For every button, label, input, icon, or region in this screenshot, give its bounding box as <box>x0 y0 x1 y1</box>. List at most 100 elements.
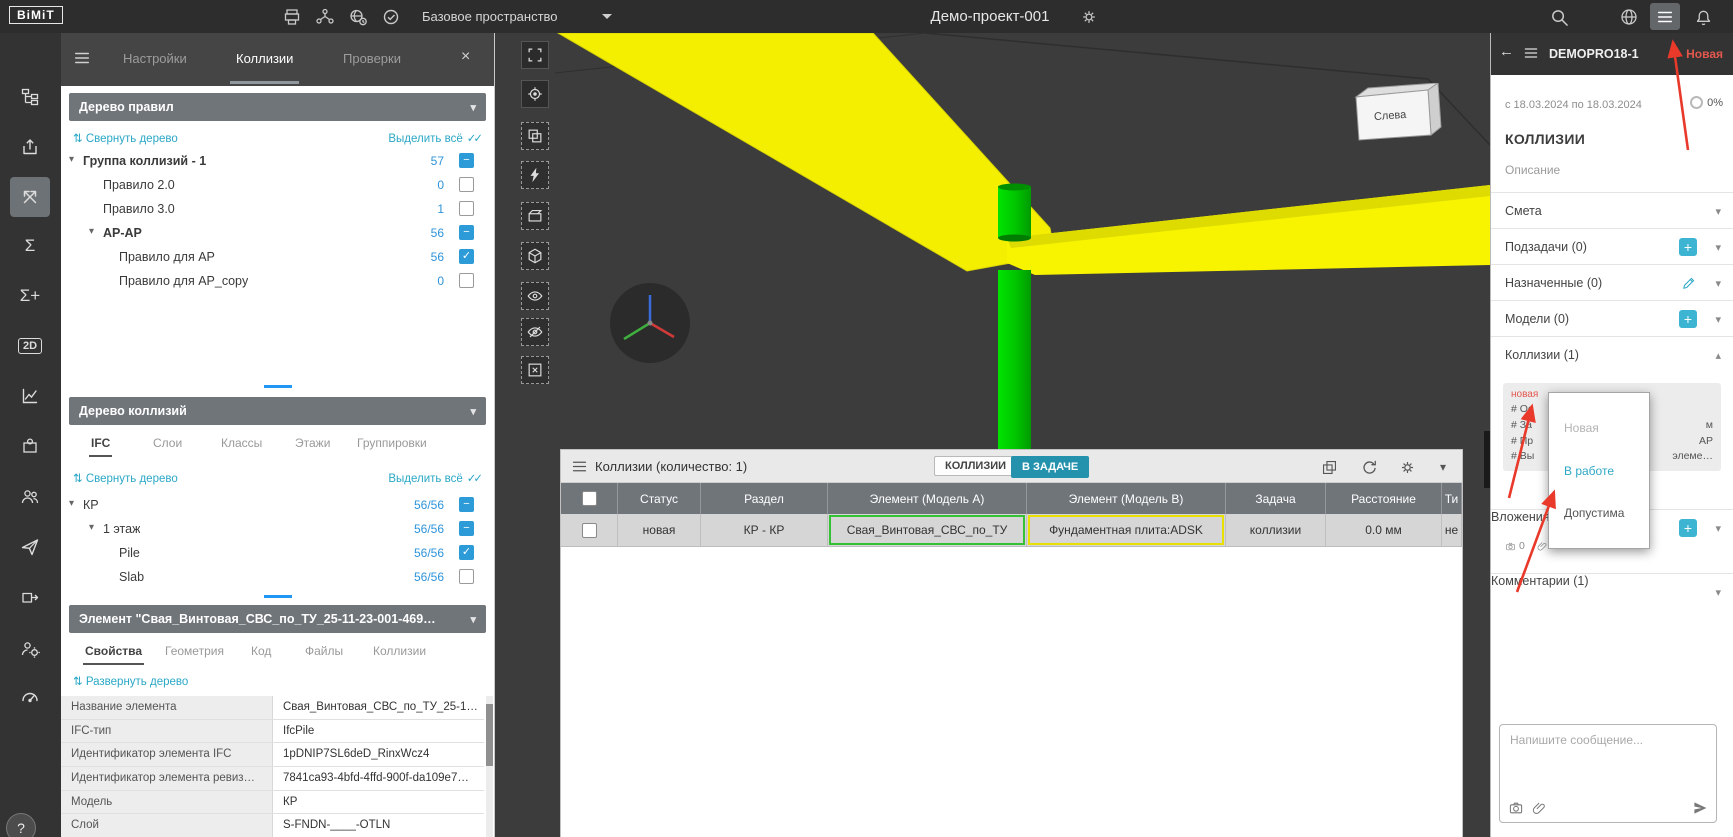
chevron-down-icon[interactable]: ▾ <box>1715 277 1721 290</box>
app-logo[interactable]: BiMiT <box>9 6 63 24</box>
show-elements-eye-icon[interactable] <box>521 282 549 310</box>
tree-row-checkbox[interactable]: ✓ <box>459 545 474 560</box>
back-arrow-icon[interactable]: ← <box>1499 43 1514 60</box>
chevron-up-icon[interactable]: ▴ <box>1715 349 1721 362</box>
select-all-checkbox[interactable] <box>582 491 597 506</box>
tree-row[interactable]: Правило для АР 56 ✓ <box>61 245 494 269</box>
sidebar-item-dashboard[interactable] <box>10 676 50 716</box>
tab-layers[interactable]: Слои <box>153 436 182 450</box>
tab-element-collisions[interactable]: Коллизии <box>373 644 426 658</box>
attach-file-icon[interactable] <box>1532 801 1547 816</box>
project-settings-gear-icon[interactable] <box>1078 6 1100 28</box>
sidebar-item-sum[interactable]: Σ <box>10 226 50 266</box>
expander-icon[interactable]: ▾ <box>89 226 94 237</box>
section-box-icon[interactable] <box>521 242 549 270</box>
select-all-link[interactable]: Выделить всё✓✓ <box>388 471 480 485</box>
expander-icon[interactable]: ▾ <box>69 498 74 509</box>
sidebar-item-user-settings[interactable] <box>10 629 50 669</box>
panel-resize-handle[interactable] <box>264 595 292 598</box>
tab-geometry[interactable]: Геометрия <box>165 644 224 658</box>
sidebar-item-plugins[interactable] <box>10 425 50 465</box>
cell-element-b[interactable]: Фундаментная плита:ADSK <box>1028 515 1224 545</box>
workspace-selector[interactable]: Базовое пространство <box>422 9 558 24</box>
tab-code[interactable]: Код <box>251 644 271 658</box>
property-row[interactable]: Идентификатор элемента IFC1pDNIP7SL6deD_… <box>61 743 484 767</box>
collisions-filter-button[interactable]: КОЛЛИЗИИ <box>934 456 1017 476</box>
tab-floors[interactable]: Этажи <box>295 436 330 450</box>
sidebar-item-export[interactable] <box>10 577 50 617</box>
tree-row[interactable]: ▾ КР 56/56 − <box>61 493 494 517</box>
tree-row-checkbox[interactable] <box>459 177 474 192</box>
tab-checks[interactable]: Проверки <box>343 51 401 66</box>
collapse-panel-chevron-icon[interactable]: ▾ <box>1433 457 1453 477</box>
tree-row[interactable]: Правило 2.0 0 <box>61 173 494 197</box>
tree-row-checkbox[interactable]: − <box>459 497 474 512</box>
table-settings-gear-icon[interactable] <box>1397 457 1417 477</box>
chevron-down-icon[interactable]: ▾ <box>1715 241 1721 254</box>
sidebar-item-publish[interactable] <box>10 127 50 167</box>
edit-pencil-icon[interactable] <box>1681 275 1697 291</box>
tab-groups[interactable]: Группировки <box>357 436 427 450</box>
chevron-down-icon[interactable]: ▾ <box>462 405 476 418</box>
message-input[interactable] <box>1500 725 1716 793</box>
column-header[interactable]: Задача <box>1226 483 1326 514</box>
property-row[interactable]: Идентификатор элемента ревиз…7841ca93-4b… <box>61 767 484 791</box>
chevron-down-icon[interactable]: ▾ <box>1715 205 1721 218</box>
column-header[interactable]: Раздел <box>701 483 828 514</box>
property-row[interactable]: МодельКР <box>61 791 484 815</box>
expand-tree-link[interactable]: ⇅ Развернуть дерево <box>73 674 188 688</box>
menu-item-allowed[interactable]: Допустима <box>1549 506 1649 520</box>
axis-gizmo[interactable] <box>608 281 692 365</box>
close-icon[interactable]: × <box>461 48 470 66</box>
add-model-button[interactable]: + <box>1679 310 1697 328</box>
globe-clock-icon[interactable] <box>347 6 369 28</box>
column-header[interactable]: Расстояние <box>1326 483 1442 514</box>
devices-icon[interactable] <box>281 6 303 28</box>
sidebar-item-charts[interactable] <box>10 376 50 416</box>
collapse-tree-link[interactable]: ⇅ Свернуть дерево <box>73 131 178 145</box>
tree-row[interactable]: Pile 56/56 ✓ <box>61 541 494 565</box>
section-comments[interactable]: Комментарии (1) ▾ <box>1491 573 1733 609</box>
task-status-badge[interactable]: Новая <box>1686 47 1723 61</box>
section-estimate[interactable]: Смета ▾ <box>1491 192 1733 228</box>
notifications-bell-icon[interactable] <box>1692 6 1714 28</box>
tree-row[interactable]: ▾ Группа коллизий - 1 57 − <box>61 149 494 173</box>
table-row[interactable]: новая КР - КР Свая_Винтовая_СВС_по_ТУ Фу… <box>561 514 1462 547</box>
tree-row-checkbox[interactable]: − <box>459 521 474 536</box>
chevron-down-icon[interactable]: ▾ <box>462 101 476 114</box>
column-header[interactable]: Ти <box>1442 483 1462 514</box>
attach-photo-icon[interactable] <box>1508 800 1524 816</box>
tree-row-checkbox[interactable] <box>459 201 474 216</box>
panel-resize-handle[interactable] <box>264 385 292 388</box>
refresh-icon[interactable] <box>1359 457 1379 477</box>
sidebar-item-2d-view[interactable]: 2D <box>10 326 50 366</box>
tab-files[interactable]: Файлы <box>305 644 343 658</box>
chevron-down-icon[interactable]: ▾ <box>1715 522 1721 535</box>
property-row[interactable]: IFC-типIfcPile <box>61 720 484 744</box>
help-button[interactable]: ? <box>6 813 36 837</box>
column-header[interactable]: Статус <box>618 483 701 514</box>
column-header[interactable]: Элемент (Модель А) <box>828 483 1027 514</box>
rules-tree-header[interactable]: Дерево правил ▾ <box>69 93 486 121</box>
menu-icon[interactable] <box>1650 3 1680 30</box>
tree-row[interactable]: ▾ 1 этаж 56/56 − <box>61 517 494 541</box>
element-panel-header[interactable]: Элемент "Свая_Винтовая_СВС_по_ТУ_25-11-2… <box>69 605 486 633</box>
add-attachment-button[interactable]: + <box>1679 519 1697 537</box>
check-circle-icon[interactable] <box>380 6 402 28</box>
chevron-down-icon[interactable]: ▾ <box>462 613 476 626</box>
send-message-icon[interactable] <box>1692 800 1708 816</box>
sidebar-item-model-tree[interactable] <box>10 77 50 117</box>
tree-row-checkbox[interactable] <box>459 569 474 584</box>
chevron-down-icon[interactable] <box>602 14 612 19</box>
tab-settings[interactable]: Настройки <box>123 51 187 66</box>
property-row[interactable]: СлойS-FNDN-____-OTLN <box>61 814 484 837</box>
tree-row[interactable]: ▾ АР-АР 56 − <box>61 221 494 245</box>
tree-row[interactable]: Правило 3.0 1 <box>61 197 494 221</box>
tab-collisions[interactable]: Коллизии <box>236 51 293 66</box>
cell-element-a[interactable]: Свая_Винтовая_СВС_по_ТУ <box>829 515 1025 545</box>
sidebar-item-collisions[interactable] <box>10 177 50 217</box>
sidebar-item-sum-plus[interactable]: Σ+ <box>10 276 50 316</box>
team-network-icon[interactable] <box>314 6 336 28</box>
section-subtasks[interactable]: Подзадачи (0) + ▾ <box>1491 228 1733 264</box>
add-subtask-button[interactable]: + <box>1679 238 1697 256</box>
